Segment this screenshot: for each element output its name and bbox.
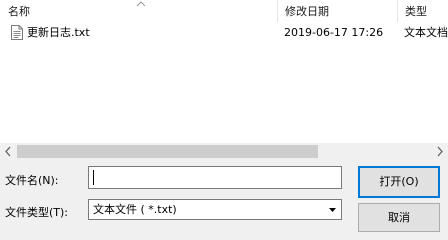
filename-input[interactable] — [88, 166, 342, 189]
file-type: 文本文档 — [404, 26, 448, 39]
file-row[interactable]: 更新日志.txt 2019-06-17 17:26 文本文档 — [0, 23, 448, 43]
filename-label: 文件名(N): — [5, 174, 59, 187]
column-header-name-label: 名称 — [8, 5, 30, 18]
text-caret — [93, 170, 94, 185]
column-header-type[interactable]: 类型 — [397, 0, 448, 22]
filetype-select[interactable]: 文本文件 ( *.txt) — [88, 199, 342, 220]
sort-ascending-icon — [136, 1, 146, 7]
column-header-date-label: 修改日期 — [285, 5, 329, 18]
filetype-selected-value: 文本文件 ( *.txt) — [93, 203, 177, 216]
scroll-left-icon[interactable] — [0, 143, 17, 160]
filetype-label: 文件类型(T): — [5, 206, 69, 219]
chevron-down-icon — [329, 208, 336, 212]
cancel-button-label: 取消 — [388, 211, 410, 224]
open-button-label: 打开(O) — [379, 175, 419, 188]
cancel-button[interactable]: 取消 — [358, 203, 440, 232]
file-name: 更新日志.txt — [27, 26, 90, 39]
horizontal-scrollbar[interactable] — [0, 143, 448, 160]
scrollbar-thumb[interactable] — [17, 145, 318, 158]
open-button[interactable]: 打开(O) — [358, 166, 440, 198]
column-header-date-modified[interactable]: 修改日期 — [277, 0, 397, 22]
dropdown-button[interactable] — [325, 201, 340, 218]
file-list[interactable]: 名称 修改日期 类型 更新日志.txt 2019-06-17 17:26 文本文… — [0, 0, 448, 143]
scroll-right-icon[interactable] — [431, 143, 448, 160]
text-file-icon — [11, 25, 23, 40]
file-date-modified: 2019-06-17 17:26 — [284, 26, 384, 39]
column-header-type-label: 类型 — [405, 5, 427, 18]
